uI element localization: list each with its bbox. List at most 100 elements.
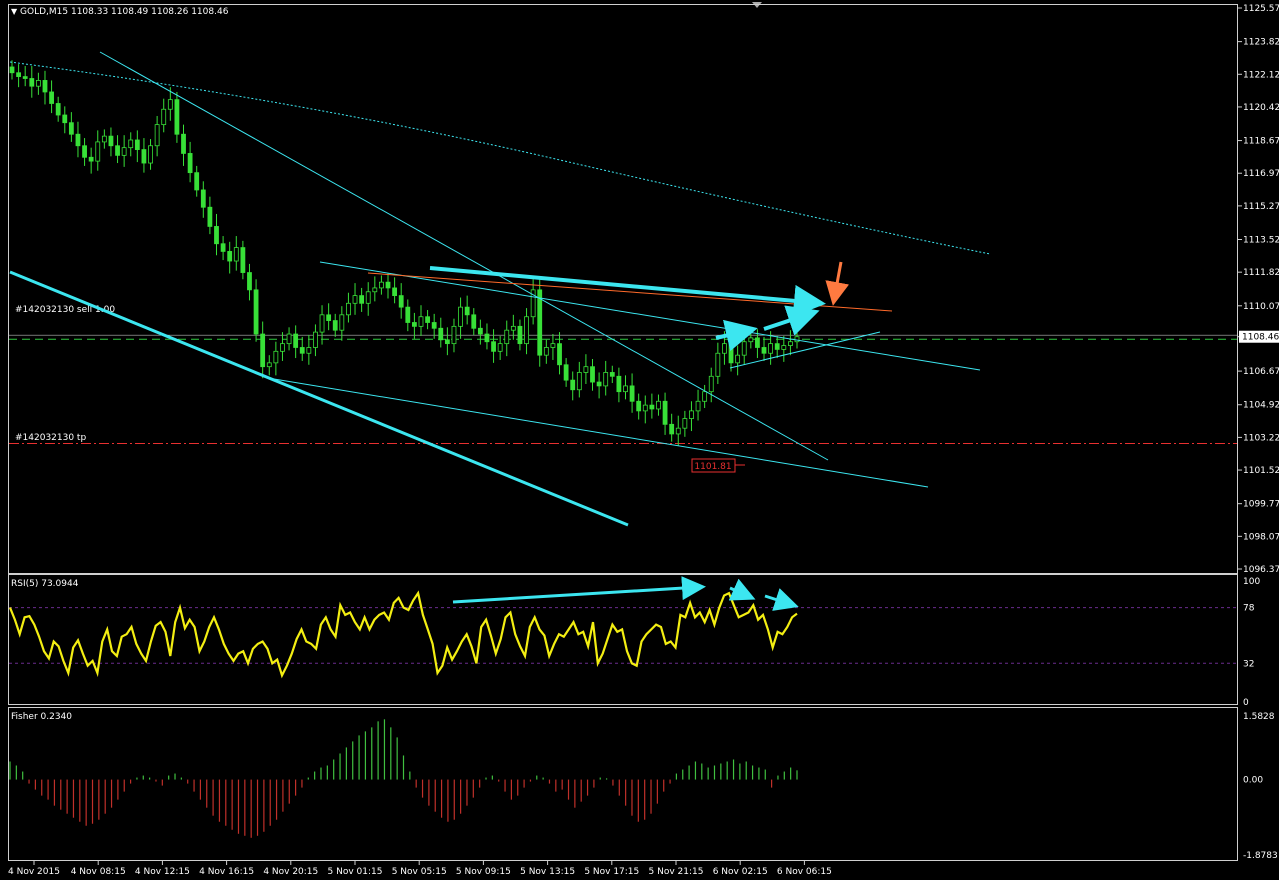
annotation-arrow-orange — [825, 261, 850, 306]
candle-body — [557, 343, 562, 366]
time-axis-label: 5 Nov 01:15 — [328, 867, 383, 877]
candle-body — [306, 347, 312, 354]
candle-body — [372, 287, 378, 293]
current-price-label: 1108.46 — [1242, 333, 1279, 343]
rsi-arrow-main — [452, 576, 706, 604]
candle-body — [781, 345, 787, 350]
candle-body — [365, 291, 371, 304]
time-axis-label: 4 Nov 12:15 — [135, 867, 190, 877]
candle-body — [755, 337, 760, 348]
candle-body — [29, 78, 35, 87]
candle-body — [339, 314, 345, 331]
rsi-arrow-1 — [728, 578, 756, 601]
time-axis-label: 4 Nov 08:15 — [71, 867, 126, 877]
candle-body — [438, 327, 444, 341]
annotation-arrow-2 — [763, 305, 820, 336]
candle-body — [695, 400, 701, 412]
candle-body — [484, 333, 490, 343]
time-axis-label: 5 Nov 05:15 — [392, 867, 447, 877]
candle-body — [570, 379, 576, 391]
candle-body — [260, 333, 266, 368]
fisher-axis-label: 0.00 — [1243, 776, 1263, 786]
candle-body — [524, 316, 529, 345]
time-axis-label: 6 Nov 02:15 — [713, 867, 768, 877]
candle-body — [194, 172, 200, 191]
candle-body — [510, 325, 516, 331]
candle-body — [35, 80, 41, 87]
candle-body — [55, 103, 61, 116]
candle-body — [735, 354, 741, 364]
candle-body — [504, 329, 510, 345]
price-axis-label: 1120.42 — [1243, 103, 1279, 113]
candle-body — [728, 343, 734, 364]
candle-body — [418, 316, 424, 327]
price-axis-label: 1125.57 — [1243, 4, 1279, 14]
candle-body — [379, 281, 384, 289]
candle-body — [669, 423, 675, 435]
candle-body — [682, 418, 688, 429]
candle-body — [596, 381, 602, 387]
candle-body — [16, 72, 21, 77]
candle-body — [616, 375, 622, 393]
chart-canvas: 1125.57 1123.82 1122.12 1120.42 1118.67 1116.… — [8, 4, 1279, 877]
candle-body — [359, 295, 365, 304]
fisher-axis-label: 1.5828 — [1243, 712, 1275, 722]
candle-body — [88, 156, 94, 162]
candle-body — [794, 336, 800, 343]
candle-body — [280, 343, 285, 352]
candle-body — [313, 331, 318, 348]
price-axis-label: 1116.97 — [1243, 169, 1279, 179]
candle-body — [62, 114, 68, 124]
candle-body — [517, 325, 523, 345]
candle-body — [167, 99, 173, 110]
candle-body — [629, 385, 635, 402]
rsi-axis-label: 0 — [1243, 698, 1249, 708]
candle-body — [68, 122, 74, 135]
annotation-arrow-main — [429, 266, 826, 317]
candle-body — [662, 400, 668, 425]
candle-body — [609, 372, 615, 377]
candle-body — [543, 347, 549, 356]
channel-upper-line — [319, 261, 981, 371]
candle-body — [299, 347, 305, 354]
candle-body — [42, 80, 48, 93]
candle-body — [550, 343, 556, 348]
candle-body — [649, 404, 655, 410]
rsi-axis-label: 32 — [1243, 659, 1254, 669]
candle-body — [656, 400, 661, 410]
candle-body — [444, 339, 450, 345]
candle-body — [471, 314, 477, 329]
candle-body — [491, 341, 496, 352]
candle-body — [583, 366, 589, 373]
candle-body — [722, 343, 727, 354]
candle-body — [392, 287, 398, 297]
candle-body — [464, 306, 470, 316]
price-axis-label: 1104.92 — [1243, 401, 1279, 411]
price-axis-label: 1111.82 — [1243, 268, 1279, 278]
candle-body — [82, 145, 87, 158]
candle-body — [220, 243, 226, 252]
candle-body — [75, 133, 81, 147]
candle-body — [689, 410, 694, 419]
price-axis-label: 1106.67 — [1243, 367, 1279, 377]
candle-body — [405, 306, 411, 323]
time-axis-label: 5 Nov 09:15 — [456, 867, 511, 877]
candle-body — [187, 153, 193, 174]
candle-body — [636, 400, 642, 412]
candle-body — [148, 145, 153, 164]
candle-body — [128, 139, 134, 149]
fisher-axis-label: -1.8783 — [1243, 851, 1278, 861]
candle-body — [451, 325, 457, 345]
candle-body — [247, 272, 252, 291]
candle-body — [761, 347, 767, 354]
price-axis-label: 1098.07 — [1243, 532, 1279, 542]
candle-body — [425, 316, 430, 323]
candle-body — [207, 206, 213, 227]
candle-body — [326, 314, 332, 321]
price-axis-label: 1103.22 — [1243, 433, 1279, 443]
candle-body — [9, 66, 15, 74]
candle-body — [768, 343, 774, 354]
candle-body — [675, 427, 681, 435]
time-axis-label: 5 Nov 13:15 — [520, 867, 575, 877]
time-axis-label: 5 Nov 17:15 — [584, 867, 639, 877]
